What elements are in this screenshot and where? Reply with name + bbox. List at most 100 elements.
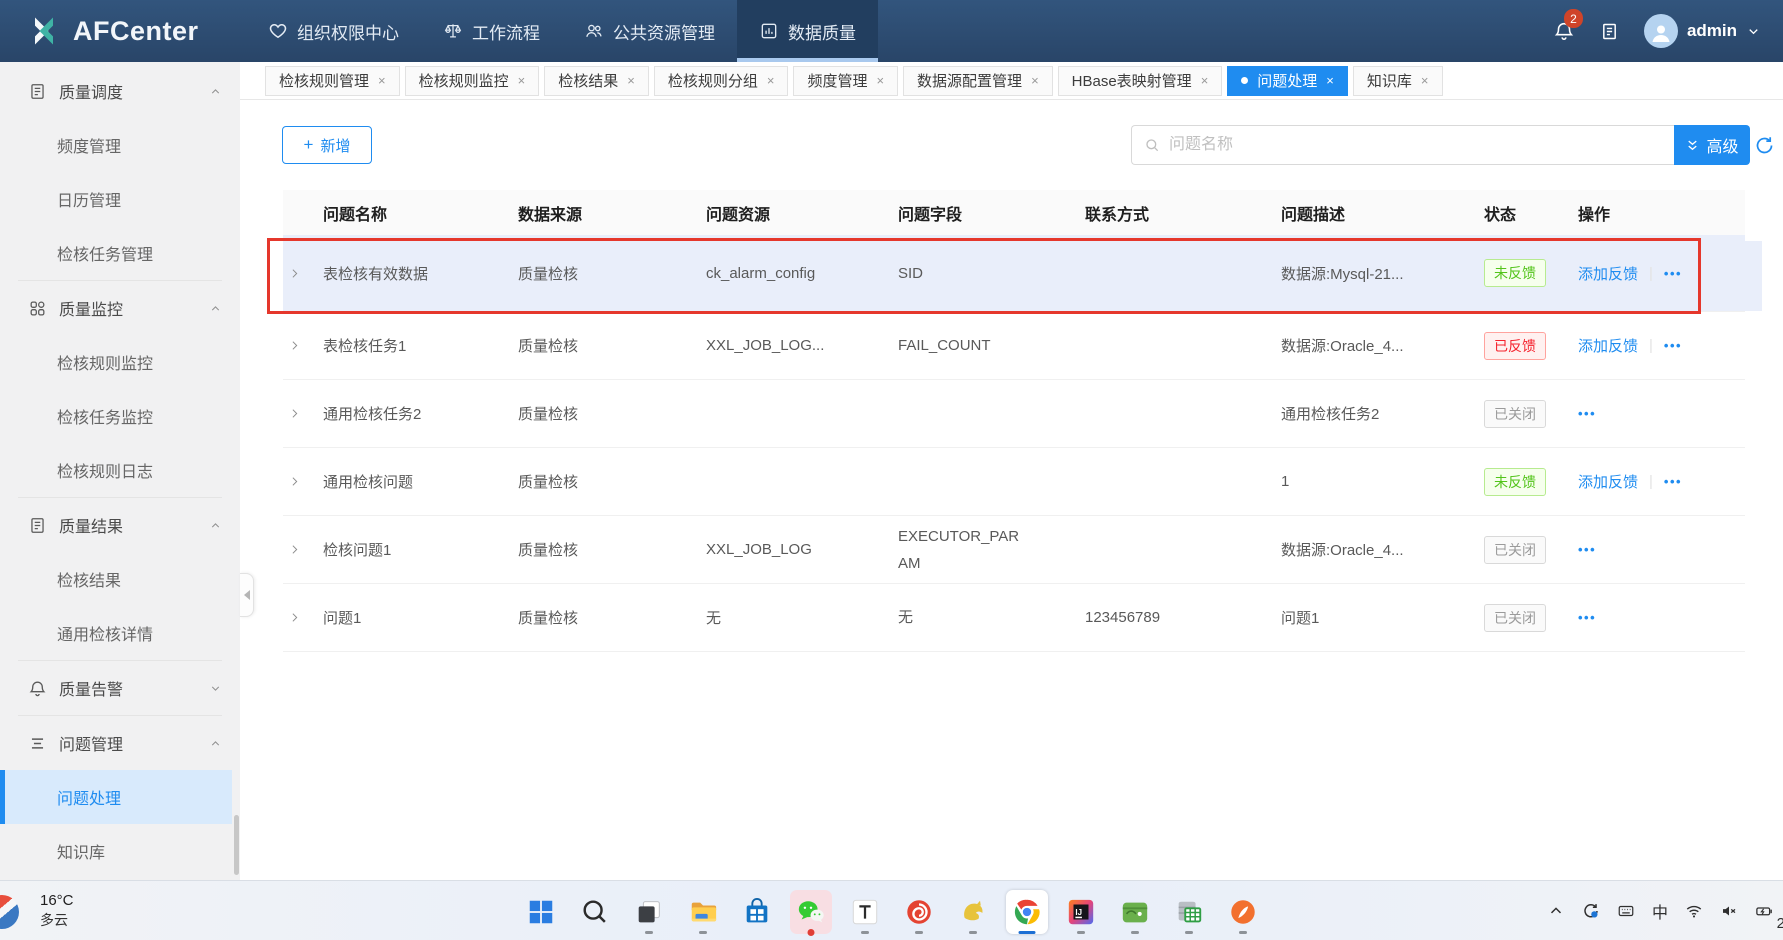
tab-频度管理[interactable]: 频度管理× <box>793 66 898 96</box>
tab-close-icon[interactable]: × <box>1031 73 1039 88</box>
taskbar-search-icon[interactable] <box>574 890 616 934</box>
cell-actions: ••• <box>1578 542 1745 557</box>
taskbar-db-table-app-icon[interactable] <box>1168 890 1210 934</box>
tab-close-icon[interactable]: × <box>378 73 386 88</box>
taskbar-typora-icon[interactable] <box>844 890 886 934</box>
more-actions-button[interactable]: ••• <box>1578 542 1596 557</box>
table-row[interactable]: 问题1质量检核无无123456789问题1已关闭••• <box>283 584 1745 652</box>
add-feedback-link[interactable]: 添加反馈 <box>1578 471 1638 492</box>
taskbar-task-view-icon[interactable] <box>628 890 670 934</box>
sidebar-item-检核结果[interactable]: 检核结果 <box>0 552 240 606</box>
tab-close-icon[interactable]: × <box>876 73 884 88</box>
weather-widget[interactable]: 16°C 多云 <box>0 881 74 940</box>
sidebar-collapse-handle[interactable] <box>240 573 254 617</box>
sidebar-item-频度管理[interactable]: 频度管理 <box>0 118 240 172</box>
row-expander-icon[interactable] <box>283 339 323 352</box>
sidebar-item-检核任务监控[interactable]: 检核任务监控 <box>0 389 240 443</box>
sidebar-item-label: 知识库 <box>57 839 105 863</box>
more-actions-button[interactable]: ••• <box>1578 610 1596 625</box>
taskbar-red-spiral-app-icon[interactable] <box>898 890 940 934</box>
tab-检核结果[interactable]: 检核结果× <box>544 66 649 96</box>
cell-actions: ••• <box>1578 406 1745 421</box>
tab-检核规则管理[interactable]: 检核规则管理× <box>265 66 400 96</box>
add-feedback-link[interactable]: 添加反馈 <box>1578 263 1638 284</box>
tab-知识库[interactable]: 知识库× <box>1353 66 1443 96</box>
tab-close-icon[interactable]: × <box>767 73 775 88</box>
refresh-icon[interactable] <box>1754 135 1775 156</box>
volume-muted-icon[interactable] <box>1720 902 1738 920</box>
tab-检核规则监控[interactable]: 检核规则监控× <box>405 66 540 96</box>
taskbar-store-icon[interactable] <box>736 890 778 934</box>
add-feedback-link[interactable]: 添加反馈 <box>1578 335 1638 356</box>
sidebar-item-检核规则监控[interactable]: 检核规则监控 <box>0 335 240 389</box>
column-header-状态: 状态 <box>1484 201 1578 225</box>
table-row[interactable]: 通用检核问题质量检核1未反馈添加反馈|••• <box>283 448 1745 516</box>
sidebar-group-问题管理[interactable]: 问题管理 <box>0 716 240 770</box>
taskbar-wechat-icon[interactable] <box>790 890 832 934</box>
more-actions-button[interactable]: ••• <box>1664 266 1682 281</box>
row-expander-icon[interactable] <box>283 543 323 556</box>
tab-close-icon[interactable]: × <box>1326 73 1334 88</box>
add-button[interactable]: + 新增 <box>282 126 372 164</box>
table-row[interactable]: 表检核有效数据质量检核ck_alarm_configSID数据源:Mysql-2… <box>283 235 1745 312</box>
sidebar-group-质量监控[interactable]: 质量监控 <box>0 281 240 335</box>
taskbar-file-explorer-icon[interactable] <box>682 890 724 934</box>
chevron-up-icon <box>209 519 222 532</box>
sidebar-item-日历管理[interactable]: 日历管理 <box>0 172 240 226</box>
taskbar-green-db-app-icon[interactable] <box>1114 890 1156 934</box>
document-icon[interactable] <box>1599 21 1620 42</box>
nav-item-工作流程[interactable]: 工作流程 <box>421 0 562 62</box>
chevron-up-icon[interactable] <box>1547 902 1565 920</box>
tab-close-icon[interactable]: × <box>518 73 526 88</box>
tab-close-icon[interactable]: × <box>1421 73 1429 88</box>
more-actions-button[interactable]: ••• <box>1664 338 1682 353</box>
table-row[interactable]: 检核问题1质量检核XXL_JOB_LOGEXECUTOR_PARAM数据源:Or… <box>283 516 1745 584</box>
table-row[interactable]: 通用检核任务2质量检核通用检核任务2已关闭••• <box>283 380 1745 448</box>
tab-检核规则分组[interactable]: 检核规则分组× <box>654 66 789 96</box>
sidebar-group-质量结果[interactable]: 质量结果 <box>0 498 240 552</box>
wifi-icon[interactable] <box>1685 902 1703 920</box>
row-expander-icon[interactable] <box>283 475 323 488</box>
taskbar-yellow-app-icon[interactable] <box>952 890 994 934</box>
sync-icon[interactable] <box>1582 902 1600 920</box>
sidebar-scrollbar[interactable] <box>234 815 239 875</box>
sidebar-item-问题处理[interactable]: 问题处理 <box>0 770 232 824</box>
sidebar-group-质量调度[interactable]: 质量调度 <box>0 64 240 118</box>
sidebar-item-知识库[interactable]: 知识库 <box>0 824 240 878</box>
running-indicator <box>645 931 653 934</box>
tab-close-icon[interactable]: × <box>1201 73 1209 88</box>
tab-close-icon[interactable]: × <box>627 73 635 88</box>
touch-keyboard-icon[interactable] <box>1617 902 1635 920</box>
battery-charging-icon[interactable] <box>1755 902 1773 920</box>
sidebar-item-检核规则日志[interactable]: 检核规则日志 <box>0 443 240 497</box>
running-indicator <box>915 931 923 934</box>
taskbar-intellij-icon[interactable]: IJ <box>1060 890 1102 934</box>
taskbar-chrome-icon[interactable] <box>1006 890 1048 934</box>
selected-row-extension <box>1745 241 1762 311</box>
nav-item-公共资源管理[interactable]: 公共资源管理 <box>562 0 737 62</box>
row-expander-icon[interactable] <box>283 267 323 280</box>
sidebar-group-质量告警[interactable]: 质量告警 <box>0 661 240 715</box>
taskbar-orange-pen-app-icon[interactable] <box>1222 890 1264 934</box>
tab-HBase表映射管理[interactable]: HBase表映射管理× <box>1058 66 1223 96</box>
more-actions-button[interactable]: ••• <box>1578 406 1596 421</box>
taskbar-icons: IJ <box>520 881 1264 940</box>
nav-item-组织权限中心[interactable]: 组织权限中心 <box>246 0 421 62</box>
taskbar-windows-icon[interactable] <box>520 890 562 934</box>
column-header-问题描述: 问题描述 <box>1281 201 1484 225</box>
sidebar-item-通用检核详情[interactable]: 通用检核详情 <box>0 606 240 660</box>
ime-indicator[interactable]: 中 <box>1652 899 1668 923</box>
search-input[interactable] <box>1169 136 1662 154</box>
nav-item-数据质量[interactable]: 数据质量 <box>737 0 878 62</box>
user-menu[interactable]: admin <box>1644 14 1761 48</box>
row-expander-icon[interactable] <box>283 407 323 420</box>
tab-数据源配置管理[interactable]: 数据源配置管理× <box>903 66 1053 96</box>
notifications-button[interactable]: 2 <box>1553 20 1575 42</box>
more-actions-button[interactable]: ••• <box>1664 474 1682 489</box>
tab-问题处理[interactable]: 问题处理× <box>1227 66 1348 96</box>
sidebar-item-检核任务管理[interactable]: 检核任务管理 <box>0 226 240 280</box>
table-row[interactable]: 表检核任务1质量检核XXL_JOB_LOG...FAIL_COUNT数据源:Or… <box>283 312 1745 380</box>
row-expander-icon[interactable] <box>283 611 323 624</box>
advanced-search-button[interactable]: 高级 <box>1674 125 1750 165</box>
avatar <box>1644 14 1678 48</box>
